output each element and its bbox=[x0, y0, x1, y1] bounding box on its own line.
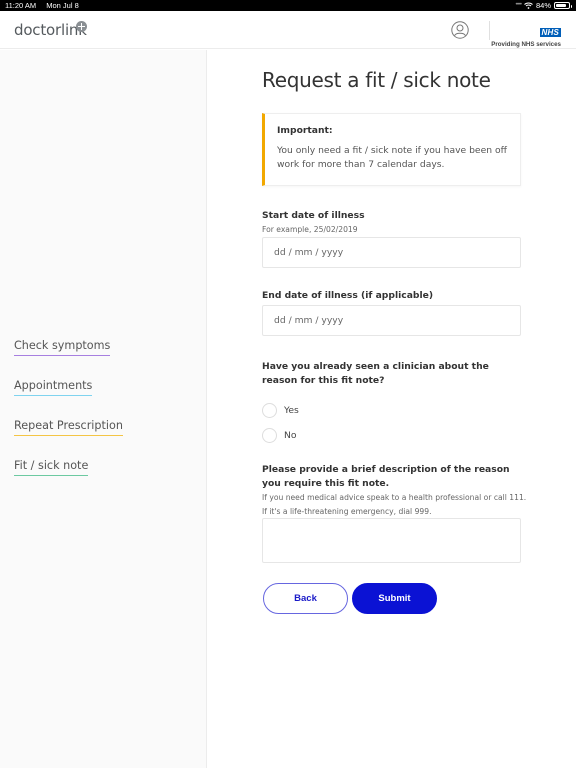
sidebar-item-underline bbox=[14, 394, 93, 396]
status-time: 11:20 AM bbox=[5, 1, 37, 10]
user-circle-icon[interactable] bbox=[451, 21, 469, 39]
signal-dots-icon: ••••• bbox=[515, 2, 521, 8]
back-button[interactable]: Back bbox=[263, 583, 348, 614]
radio-label-no: No bbox=[284, 430, 297, 441]
description-label: Please provide a brief description of th… bbox=[262, 464, 510, 489]
sidebar-item-underline bbox=[14, 474, 89, 476]
sidebar-item-underline bbox=[14, 434, 123, 436]
status-right: ••••• 84% bbox=[515, 0, 572, 11]
clinician-question-label: Have you already seen a clinician about … bbox=[262, 361, 489, 386]
doctorlink-logo-mark-icon bbox=[76, 21, 87, 32]
page-title: Request a fit / sick note bbox=[262, 68, 491, 92]
start-date-label: Start date of illness bbox=[262, 210, 365, 221]
wifi-icon bbox=[524, 2, 533, 9]
alert-title: Important: bbox=[277, 125, 333, 136]
important-alert: Important: You only need a fit / sick no… bbox=[262, 113, 521, 186]
sidebar-item-check-symptoms[interactable]: Check symptoms bbox=[14, 339, 111, 356]
sidebar-item-label: Appointments bbox=[14, 379, 93, 392]
nhs-caption: Providing NHS services bbox=[491, 41, 561, 48]
nhs-branding: NHS Providing NHS services bbox=[491, 20, 561, 48]
radio-option-yes[interactable]: Yes bbox=[262, 403, 299, 418]
main-content: Request a fit / sick note Important: You… bbox=[208, 50, 576, 768]
end-date-label: End date of illness (if applicable) bbox=[262, 290, 434, 301]
header-divider bbox=[489, 21, 490, 40]
start-date-hint: For example, 25/02/2019 bbox=[262, 225, 358, 234]
status-bar: 11:20 AM Mon Jul 8 ••••• 84% bbox=[0, 0, 576, 11]
nhs-logo: NHS bbox=[539, 28, 561, 37]
description-hint-line1: If you need medical advice speak to a he… bbox=[262, 493, 527, 502]
battery-icon bbox=[554, 2, 572, 9]
sidebar-item-appointments[interactable]: Appointments bbox=[14, 379, 93, 396]
status-left: 11:20 AM Mon Jul 8 bbox=[5, 0, 87, 11]
sidebar-item-label: Repeat Prescription bbox=[14, 419, 123, 432]
alert-body: You only need a fit / sick note if you h… bbox=[277, 145, 507, 170]
sidebar-item-fit-sick-note[interactable]: Fit / sick note bbox=[14, 459, 89, 476]
app-header: doctorlink NHS Providing NHS services bbox=[0, 11, 576, 49]
radio-button-no[interactable] bbox=[262, 428, 277, 443]
sidebar-item-underline bbox=[14, 354, 111, 356]
battery-fill bbox=[556, 4, 567, 7]
sidebar-item-label: Fit / sick note bbox=[14, 459, 89, 472]
description-hint-line2: If it's a life-threatening emergency, di… bbox=[262, 507, 432, 516]
radio-label-yes: Yes bbox=[284, 405, 299, 416]
sidebar-nav: Check symptoms Appointments Repeat Presc… bbox=[0, 50, 207, 768]
radio-button-yes[interactable] bbox=[262, 403, 277, 418]
sidebar-item-repeat-prescription[interactable]: Repeat Prescription bbox=[14, 419, 123, 436]
radio-option-no[interactable]: No bbox=[262, 428, 297, 443]
status-date: Mon Jul 8 bbox=[46, 1, 79, 10]
submit-button[interactable]: Submit bbox=[352, 583, 437, 614]
start-date-input[interactable] bbox=[262, 237, 521, 268]
end-date-input[interactable] bbox=[262, 305, 521, 336]
description-textarea[interactable] bbox=[262, 518, 521, 563]
sidebar-item-label: Check symptoms bbox=[14, 339, 111, 352]
battery-percent: 84% bbox=[535, 1, 551, 10]
